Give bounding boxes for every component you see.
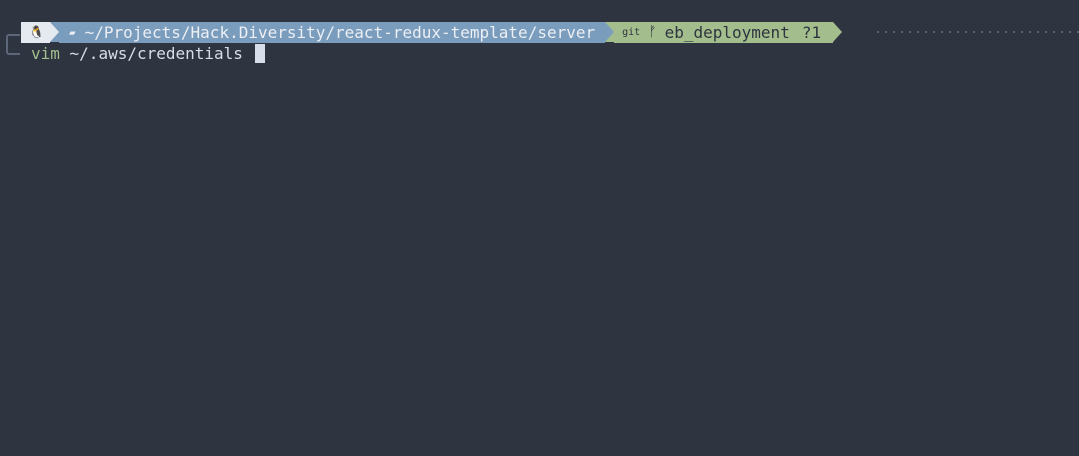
- command-input-line[interactable]: vim ~/.aws/credentials: [31, 43, 265, 64]
- prompt-bracket: [6, 34, 20, 55]
- text-cursor: [254, 44, 265, 63]
- branch-icon: ᚠ: [648, 24, 657, 40]
- folder-icon: ▰: [68, 26, 76, 39]
- git-status: ?1: [801, 23, 822, 42]
- linux-tux-icon: 🐧: [29, 25, 44, 39]
- directory-segment: ▰ ~/Projects/Hack.Diversity/react-redux-…: [58, 22, 606, 43]
- terminal-window[interactable]: 🐧 ▰ ~/Projects/Hack.Diversity/react-redu…: [0, 0, 1079, 456]
- git-icon: git: [622, 27, 641, 38]
- command-name: vim: [31, 44, 60, 63]
- os-segment: 🐧: [21, 22, 50, 43]
- segment-separator: [605, 22, 615, 42]
- prompt-filler-dots: [874, 31, 1079, 33]
- git-segment: git ᚠ eb_deployment ?1: [614, 22, 834, 43]
- segment-separator: [833, 22, 843, 42]
- current-directory: ~/Projects/Hack.Diversity/react-redux-te…: [84, 23, 596, 42]
- command-arguments: ~/.aws/credentials: [59, 44, 253, 63]
- prompt-bar: 🐧 ▰ ~/Projects/Hack.Diversity/react-redu…: [21, 22, 843, 43]
- segment-separator: [49, 22, 59, 42]
- git-branch-name: eb_deployment: [664, 23, 790, 42]
